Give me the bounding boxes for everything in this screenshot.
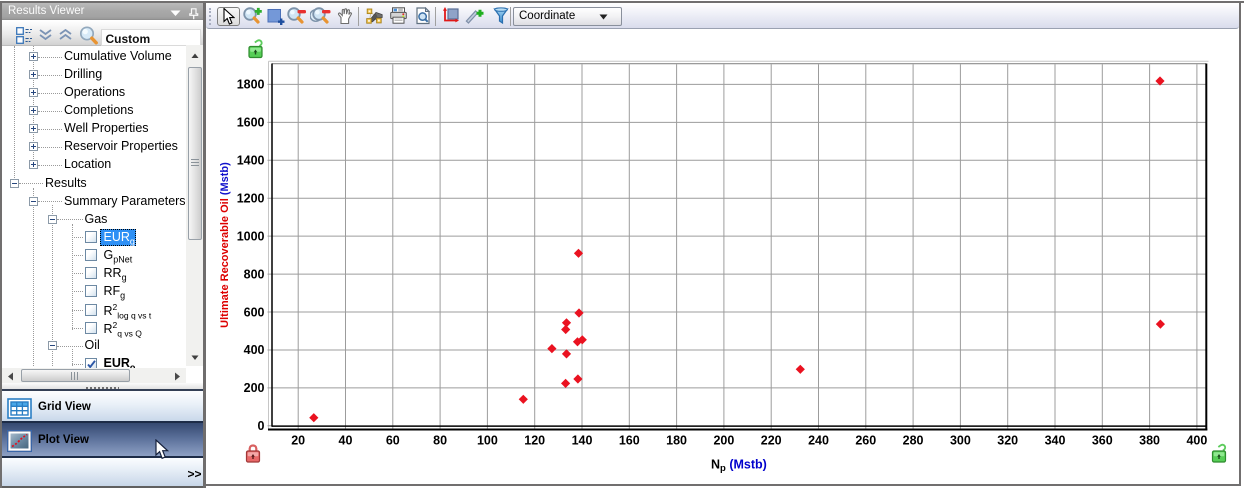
svg-text:340: 340 (1045, 434, 1066, 448)
svg-text:380: 380 (1139, 434, 1160, 448)
svg-text:40: 40 (339, 434, 353, 448)
svg-text:800: 800 (244, 267, 265, 281)
svg-text:200: 200 (244, 381, 265, 395)
svg-text:100: 100 (477, 434, 498, 448)
svg-text:300: 300 (950, 434, 971, 448)
svg-text:180: 180 (666, 434, 687, 448)
svg-text:1600: 1600 (237, 116, 265, 130)
svg-text:220: 220 (761, 434, 782, 448)
svg-text:140: 140 (572, 434, 593, 448)
svg-text:80: 80 (433, 434, 447, 448)
svg-text:360: 360 (1092, 434, 1113, 448)
svg-text:0: 0 (258, 419, 265, 433)
svg-text:1400: 1400 (237, 154, 265, 168)
svg-text:Ultimate Recoverable Oil (Mstb: Ultimate Recoverable Oil (Mstb) (219, 162, 231, 328)
svg-text:260: 260 (855, 434, 876, 448)
svg-text:600: 600 (244, 305, 265, 319)
svg-text:200: 200 (713, 434, 734, 448)
svg-text:60: 60 (386, 434, 400, 448)
svg-text:240: 240 (808, 434, 829, 448)
svg-text:1000: 1000 (237, 230, 265, 244)
svg-text:20: 20 (291, 434, 305, 448)
svg-text:Np (Mstb): Np (Mstb) (711, 458, 767, 475)
svg-text:120: 120 (524, 434, 545, 448)
svg-text:280: 280 (903, 434, 924, 448)
svg-text:400: 400 (244, 343, 265, 357)
svg-text:160: 160 (619, 434, 640, 448)
svg-text:320: 320 (997, 434, 1018, 448)
svg-text:400: 400 (1186, 434, 1207, 448)
svg-text:1800: 1800 (237, 78, 265, 92)
svg-text:1200: 1200 (237, 192, 265, 206)
